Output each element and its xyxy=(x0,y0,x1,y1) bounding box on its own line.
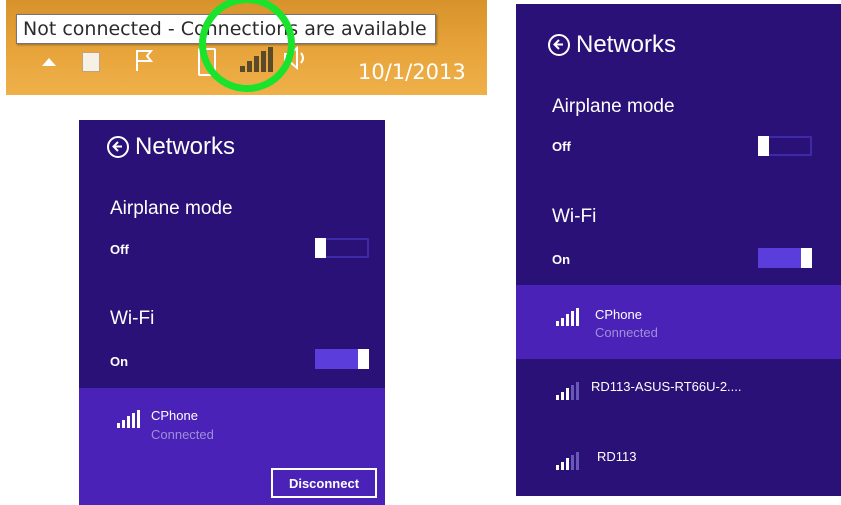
toggle-knob xyxy=(758,136,769,156)
wifi-label: Wi-Fi xyxy=(110,308,155,329)
network-name: RD113 xyxy=(597,449,637,464)
wifi-state: On xyxy=(110,354,129,369)
airplane-mode-label: Airplane mode xyxy=(552,96,675,117)
back-arrow-icon[interactable] xyxy=(548,34,570,56)
network-name: CPhone xyxy=(151,408,198,423)
back-arrow-icon[interactable] xyxy=(107,136,129,158)
networks-title: Networks xyxy=(135,133,236,160)
taskbar-snippet: Not connected - Connections are availabl… xyxy=(6,0,487,95)
network-item-cphone[interactable]: CPhone Connected xyxy=(516,285,841,359)
show-hidden-icons-icon[interactable] xyxy=(42,58,56,66)
networks-title: Networks xyxy=(576,31,677,58)
wifi-signal-icon xyxy=(556,452,579,470)
networks-header: Networks xyxy=(107,133,235,161)
system-clock-date[interactable]: 10/1/2013 xyxy=(358,60,466,84)
wifi-toggle[interactable] xyxy=(315,349,369,369)
airplane-mode-toggle[interactable] xyxy=(758,136,812,156)
toggle-knob xyxy=(358,349,369,369)
wifi-signal-icon xyxy=(556,308,579,326)
toggle-knob xyxy=(315,238,326,258)
network-item-rd113-asus[interactable]: RD113-ASUS-RT66U-2.... xyxy=(516,364,841,420)
network-item-rd113[interactable]: RD113 xyxy=(516,434,841,490)
airplane-mode-label: Airplane mode xyxy=(110,198,233,219)
networks-panel-connected: Networks Airplane mode Off Wi-Fi On CPho… xyxy=(79,120,385,505)
wifi-toggle[interactable] xyxy=(758,248,812,268)
toggle-knob xyxy=(801,248,812,268)
wifi-label: Wi-Fi xyxy=(552,206,597,227)
highlight-circle xyxy=(199,0,295,92)
network-status: Connected xyxy=(151,427,214,442)
airplane-mode-toggle[interactable] xyxy=(315,238,369,258)
airplane-mode-state: Off xyxy=(552,139,571,154)
network-name: CPhone xyxy=(595,307,642,322)
action-center-icon[interactable] xyxy=(82,52,100,72)
wifi-signal-icon xyxy=(117,410,140,428)
flag-icon[interactable] xyxy=(134,48,154,72)
networks-panel-list: Networks Airplane mode Off Wi-Fi On CPho… xyxy=(516,4,841,496)
network-name: RD113-ASUS-RT66U-2.... xyxy=(591,379,742,394)
wifi-state: On xyxy=(552,252,571,267)
disconnect-button[interactable]: Disconnect xyxy=(271,468,377,498)
wifi-signal-icon xyxy=(556,382,579,400)
networks-header: Networks xyxy=(548,31,676,59)
airplane-mode-state: Off xyxy=(110,242,129,257)
network-status: Connected xyxy=(595,325,658,340)
